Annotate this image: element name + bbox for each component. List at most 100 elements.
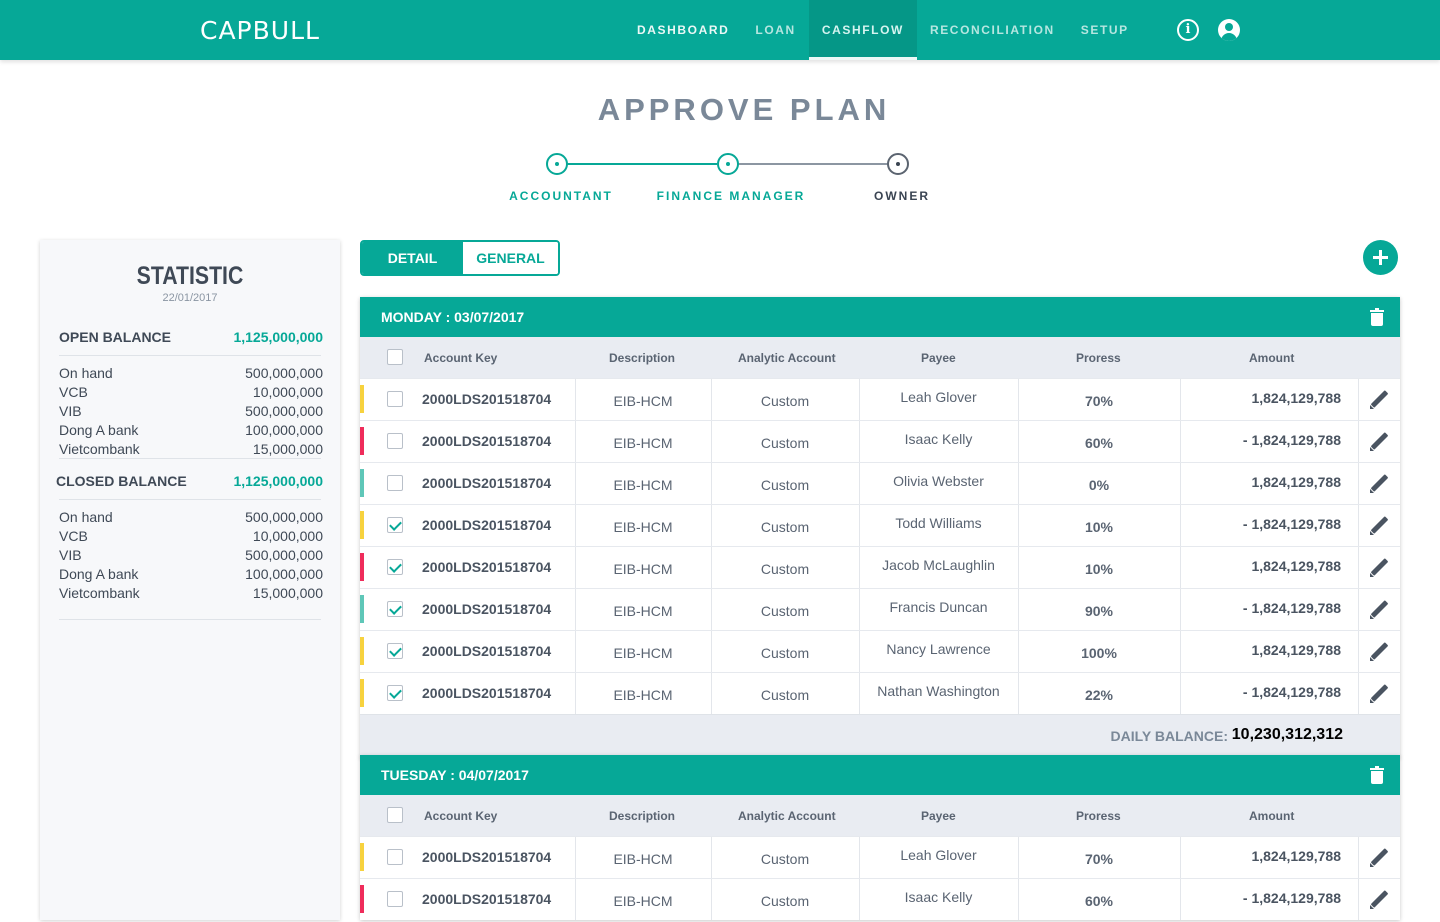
select-all-checkbox[interactable] — [387, 807, 403, 823]
nav-item-setup[interactable]: SETUP — [1068, 0, 1142, 60]
table-row[interactable]: 2000LDS201518704 EIB-HCM Custom Isaac Kelly… — [360, 420, 1400, 462]
col-analytic-account: Analytic Account — [738, 809, 836, 823]
table-row[interactable]: 2000LDS201518704 EIB-HCM Custom Nathan Wash… — [360, 672, 1400, 714]
trash-icon[interactable] — [1370, 308, 1384, 326]
column-divider — [1358, 547, 1359, 588]
status-bar — [360, 469, 364, 497]
item-value: 15,000,000 — [252, 441, 323, 457]
account-key: 2000LDS201518704 — [422, 433, 552, 449]
edit-icon[interactable] — [1369, 516, 1389, 536]
open-item-row: VCB 10,000,000 — [59, 384, 323, 400]
column-divider — [575, 379, 576, 420]
nav-item-cashflow[interactable]: CASHFLOW — [808, 0, 917, 60]
col-progress: Proress — [1076, 809, 1121, 823]
item-value: 10,000,000 — [252, 528, 323, 544]
table-row[interactable]: 2000LDS201518704 EIB-HCM Custom Isaac Kelly… — [360, 878, 1400, 920]
nav-item-dashboard[interactable]: DASHBOARD — [624, 0, 742, 60]
brand-logo[interactable]: CAPBULL — [200, 16, 320, 45]
amount: - 1,824,129,788 — [1242, 516, 1341, 532]
column-divider — [1358, 379, 1359, 420]
row-checkbox[interactable] — [387, 891, 403, 907]
select-all-checkbox[interactable] — [387, 349, 403, 365]
column-divider — [1180, 421, 1181, 462]
divider — [59, 458, 321, 459]
closed-item-row: On hand 500,000,000 — [59, 509, 323, 525]
item-value: 500,000,000 — [245, 365, 323, 381]
item-name: On hand — [59, 365, 113, 381]
table-row[interactable]: 2000LDS201518704 EIB-HCM Custom Nancy Lawre… — [360, 630, 1400, 672]
nav-item-loan[interactable]: LOAN — [742, 0, 808, 60]
column-divider — [1358, 505, 1359, 546]
column-divider — [1180, 673, 1181, 714]
column-divider — [711, 673, 712, 714]
edit-icon[interactable] — [1369, 642, 1389, 662]
column-divider — [575, 673, 576, 714]
description: EIB-HCM — [613, 851, 673, 867]
step-accountant-dot — [546, 153, 568, 175]
column-divider — [1018, 463, 1019, 504]
item-value: 10,000,000 — [252, 384, 323, 400]
edit-icon[interactable] — [1369, 600, 1389, 620]
description: EIB-HCM — [613, 519, 673, 535]
col-amount: Amount — [1249, 809, 1295, 823]
row-checkbox[interactable] — [387, 643, 403, 659]
progress: 70% — [1084, 851, 1114, 867]
description: EIB-HCM — [613, 435, 673, 451]
table-row[interactable]: 2000LDS201518704 EIB-HCM Custom Todd Willia… — [360, 504, 1400, 546]
row-checkbox[interactable] — [387, 433, 403, 449]
column-divider — [1180, 379, 1181, 420]
info-icon[interactable]: i — [1177, 19, 1199, 41]
edit-icon[interactable] — [1369, 474, 1389, 494]
column-divider — [1018, 589, 1019, 630]
edit-icon[interactable] — [1369, 890, 1389, 910]
table-row[interactable]: 2000LDS201518704 EIB-HCM Custom Francis Dun… — [360, 588, 1400, 630]
table-header: Account Key Description Analytic Account Pa… — [360, 795, 1400, 836]
add-button[interactable] — [1363, 240, 1398, 275]
row-checkbox[interactable] — [387, 685, 403, 701]
progress: 22% — [1084, 687, 1114, 703]
status-bar — [360, 843, 364, 871]
table-row[interactable]: 2000LDS201518704 EIB-HCM Custom Leah Glover… — [360, 836, 1400, 878]
column-divider — [575, 421, 576, 462]
row-checkbox[interactable] — [387, 391, 403, 407]
row-checkbox[interactable] — [387, 601, 403, 617]
row-checkbox[interactable] — [387, 517, 403, 533]
item-value: 500,000,000 — [245, 403, 323, 419]
analytic-account: Custom — [760, 561, 810, 577]
column-divider — [1180, 589, 1181, 630]
table-row[interactable]: 2000LDS201518704 EIB-HCM Custom Olivia Webs… — [360, 462, 1400, 504]
row-checkbox[interactable] — [387, 475, 403, 491]
page-title: APPROVE PLAN — [597, 92, 891, 127]
table-row[interactable]: 2000LDS201518704 EIB-HCM Custom Leah Glover… — [360, 378, 1400, 420]
column-divider — [711, 463, 712, 504]
trash-icon[interactable] — [1370, 766, 1384, 784]
top-navigation-bar: CAPBULL DASHBOARD LOAN CASHFLOW RECONCIL… — [0, 0, 1440, 60]
edit-icon[interactable] — [1369, 848, 1389, 868]
description: EIB-HCM — [613, 603, 673, 619]
column-divider — [575, 589, 576, 630]
row-checkbox[interactable] — [387, 849, 403, 865]
general-tab[interactable]: GENERAL — [463, 242, 558, 274]
table-row[interactable]: 2000LDS201518704 EIB-HCM Custom Jacob McLau… — [360, 546, 1400, 588]
nav-item-reconciliation[interactable]: RECONCILIATION — [917, 0, 1068, 60]
detail-tab[interactable]: DETAIL — [362, 242, 463, 274]
progress: 60% — [1084, 893, 1114, 909]
edit-icon[interactable] — [1369, 684, 1389, 704]
analytic-account: Custom — [760, 519, 810, 535]
edit-icon[interactable] — [1369, 432, 1389, 452]
column-divider — [711, 631, 712, 672]
amount: 1,824,129,788 — [1251, 848, 1341, 864]
divider — [59, 355, 321, 356]
item-name: Dong A bank — [59, 566, 139, 582]
edit-icon[interactable] — [1369, 558, 1389, 578]
payee: Todd Williams — [895, 515, 982, 531]
column-divider — [575, 463, 576, 504]
edit-icon[interactable] — [1369, 390, 1389, 410]
closed-balance-value: 1,125,000,000 — [233, 473, 323, 489]
payee: Isaac Kelly — [904, 889, 973, 905]
statistic-date: 22/01/2017 — [162, 292, 218, 304]
row-checkbox[interactable] — [387, 559, 403, 575]
view-toggle: DETAIL GENERAL — [360, 240, 560, 276]
user-icon[interactable] — [1218, 19, 1240, 41]
column-divider — [1180, 631, 1181, 672]
